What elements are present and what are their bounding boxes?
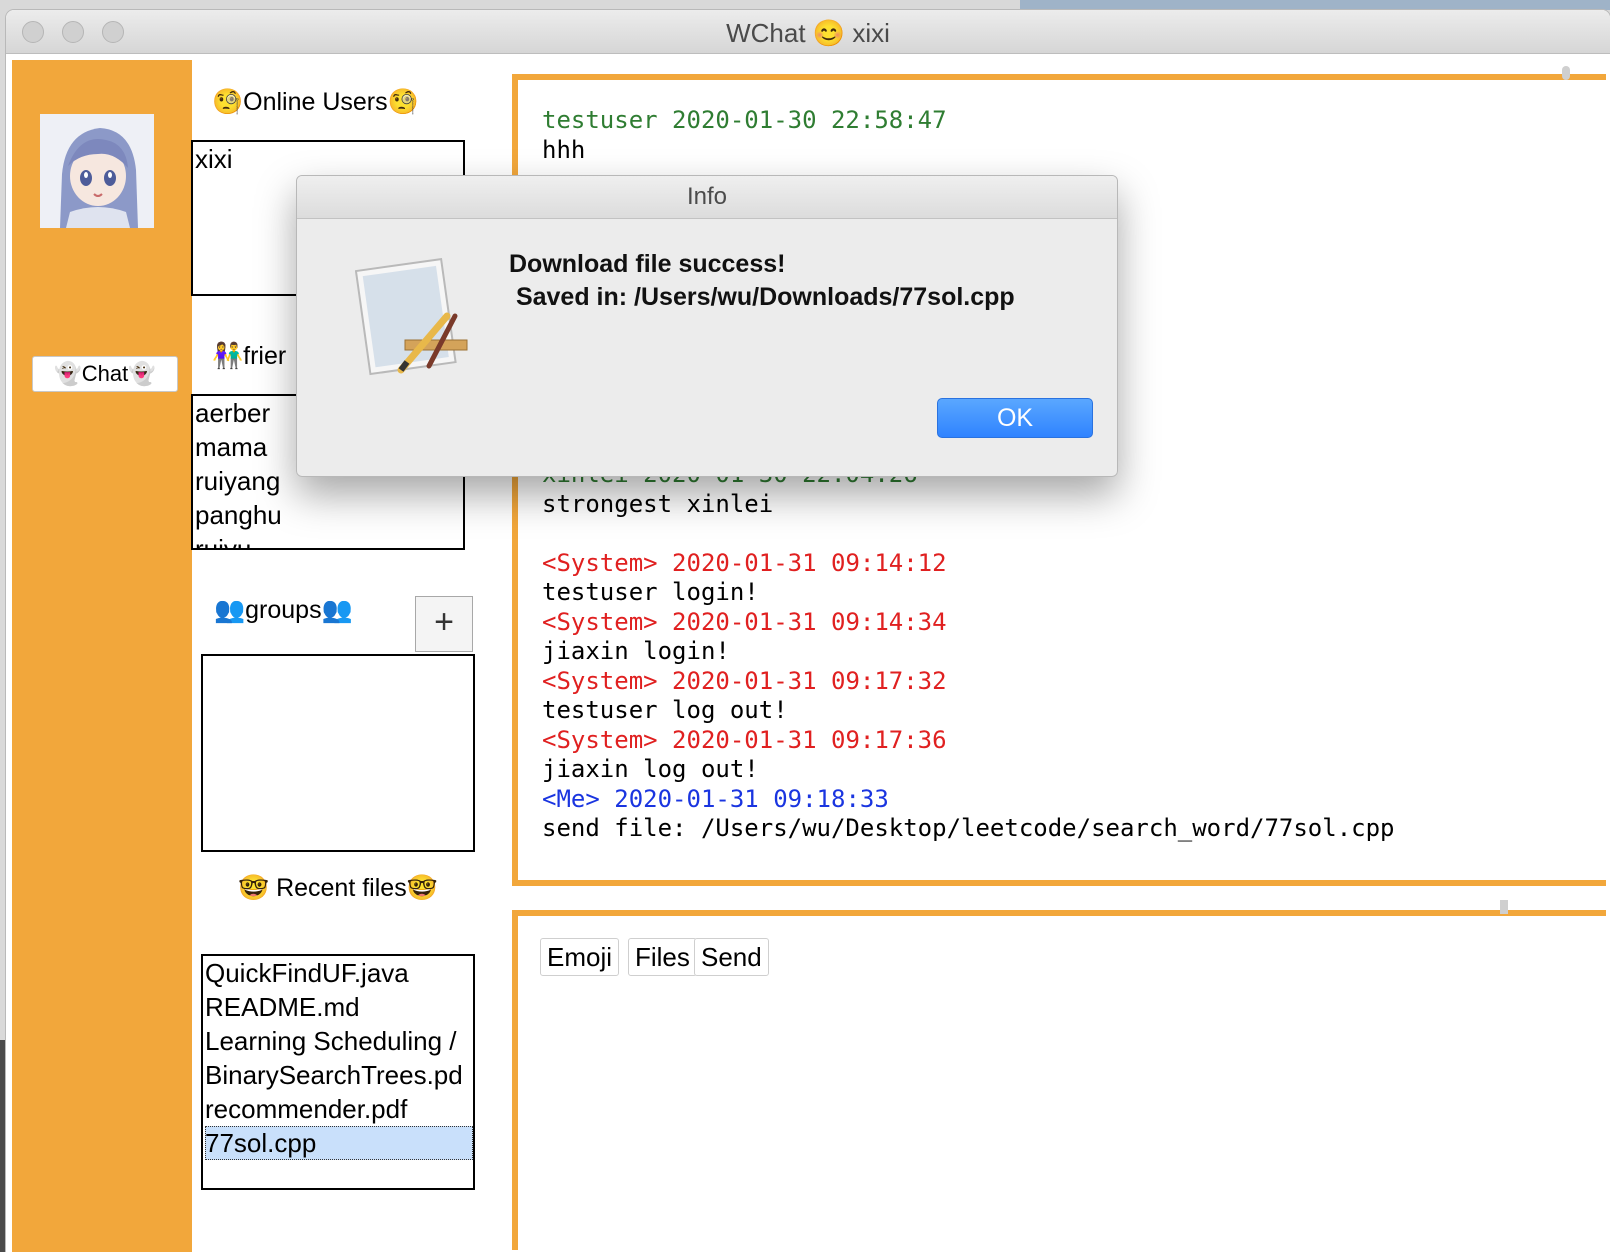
message-time: 2020-01-31 09:14:12 [672,548,947,577]
list-item-selected[interactable]: 77sol.cpp [205,1126,473,1160]
input-scrollbar[interactable] [1500,900,1508,914]
send-button[interactable]: Send [694,938,769,976]
message-input-panel[interactable]: Emoji Files Send [512,910,1606,1250]
list-item[interactable]: Learning Scheduling / [205,1024,473,1058]
message-body: testuser log out! [542,696,788,724]
message-header: <System> 2020-01-31 09:17:32 [542,667,1586,697]
message-sender-tag: <System> [542,666,658,695]
message-body: jiaxin login! [542,637,730,665]
list-item[interactable]: panghu [195,498,463,532]
list-item[interactable]: README.md [205,990,473,1024]
message-header: <Me> 2020-01-31 09:18:33 [542,785,1586,815]
message-body: send file: /Users/wu/Desktop/leetcode/se… [542,814,1395,842]
online-users-title: 🧐Online Users🧐 [212,88,419,116]
friends-title: 👫frier [212,342,287,370]
emoji-button[interactable]: Emoji [540,938,620,976]
message-body: testuser login! [542,578,759,606]
groups-title: 👥groups👥 [214,596,353,624]
title-bar: WChat 😊 xixi [6,10,1610,54]
message-sender-tag: <System> [542,725,658,754]
message-header: <System> 2020-01-31 09:14:12 [542,549,1586,579]
avatar[interactable] [40,114,154,228]
message-header: <System> 2020-01-31 09:17:36 [542,726,1586,756]
avatar-image-icon [40,114,154,228]
message-body: jiaxin log out! [542,755,759,783]
list-item[interactable]: recommender.pdf [205,1092,473,1126]
text-edit-app-icon [354,257,475,378]
add-group-button[interactable]: + [415,596,473,652]
recent-files-list[interactable]: QuickFindUF.java README.md Learning Sche… [201,954,475,1190]
message-time: 2020-01-31 09:17:36 [672,725,947,754]
window-title: WChat 😊 xixi [726,18,890,48]
message-sender-tag: <Me> [542,784,600,813]
dialog-message: Download file success! Saved in: /Users/… [509,250,1015,311]
list-item[interactable]: ruiyu [195,532,463,548]
message-body: strongest xinlei [542,489,774,518]
message-time: 2020-01-31 09:14:34 [672,607,947,636]
groups-list[interactable] [201,654,475,852]
message-time: 2020-01-31 09:17:32 [672,666,947,695]
message-header: <System> 2020-01-31 09:14:34 [542,608,1586,638]
message-time: 2020-01-31 09:18:33 [614,784,889,813]
message-body: hhh [542,135,586,164]
list-item[interactable]: BinarySearchTrees.pd [205,1058,473,1092]
message-sender-tag: <System> [542,548,658,577]
info-dialog: Info Download file success! Saved in: /U… [296,175,1118,477]
files-button[interactable]: Files [628,938,697,976]
message-scrollbar[interactable] [1562,66,1570,80]
desktop-background [1020,0,1610,10]
recent-files-title: 🤓 Recent files🤓 [238,874,438,902]
list-item[interactable]: QuickFindUF.java [205,956,473,990]
sidebar: 👻Chat👻 [12,60,192,1252]
message-sender-tag: <System> [542,607,658,636]
list-item[interactable]: xixi [195,142,463,176]
message-header: testuser 2020-01-30 22:58:47 [542,106,947,134]
dialog-title: Info [297,176,1117,219]
ok-button[interactable]: OK [937,398,1093,438]
chat-nav-button[interactable]: 👻Chat👻 [32,356,178,392]
